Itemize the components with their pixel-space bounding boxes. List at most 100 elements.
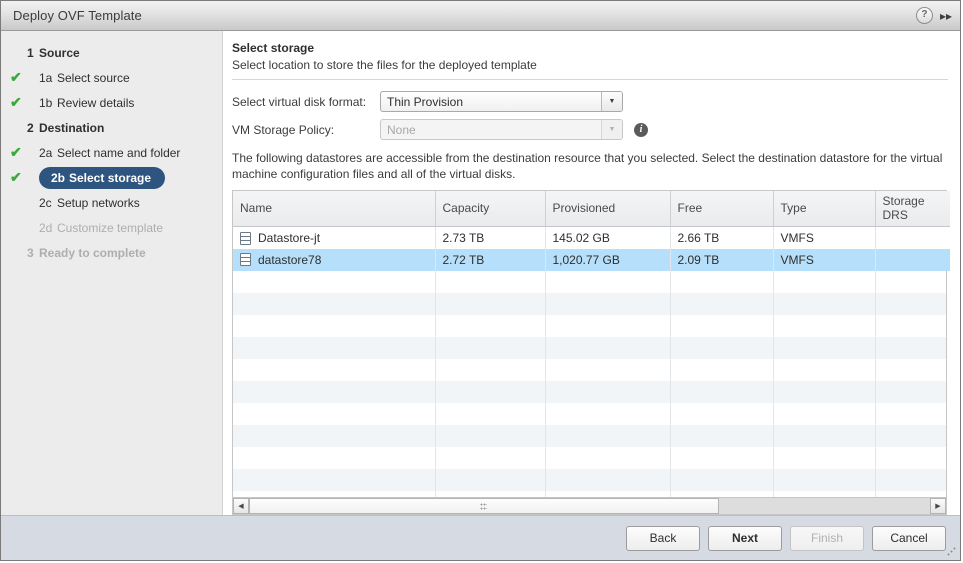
column-header-name[interactable]: Name — [233, 191, 436, 228]
empty-cell — [435, 468, 546, 491]
empty-cell — [545, 270, 671, 293]
table-empty-row — [233, 358, 946, 381]
datastore-name-cell: Datastore-jt — [240, 231, 434, 245]
column-header-capacity[interactable]: Capacity — [435, 191, 546, 228]
sidebar-item-ready-to-complete: 3 Ready to complete — [1, 240, 222, 265]
empty-cell — [233, 292, 436, 315]
empty-cell — [773, 380, 876, 403]
column-header-storage-drs[interactable]: Storage DRS — [875, 191, 950, 228]
empty-cell — [773, 292, 876, 315]
empty-cell — [435, 336, 546, 359]
disk-format-label: Select virtual disk format: — [232, 94, 367, 109]
sidebar-item-body: 2c Setup networks — [39, 196, 140, 210]
sidebar-item-number: 2b — [51, 170, 66, 185]
checkmark-icon: ✔ — [10, 94, 22, 110]
empty-cell — [875, 336, 946, 359]
sidebar-item-select-source[interactable]: ✔ 1a Select source — [1, 65, 222, 90]
empty-cell — [773, 358, 876, 381]
sidebar-item-select-storage[interactable]: ✔ 2b Select storage — [1, 165, 222, 190]
cell-capacity: 2.72 TB — [435, 248, 546, 271]
empty-cell — [545, 292, 671, 315]
column-header-provisioned[interactable]: Provisioned — [545, 191, 671, 228]
dialog-title-bar: Deploy OVF Template ? ▸▸ — [1, 1, 960, 31]
sidebar-item-review-details[interactable]: ✔ 1b Review details — [1, 90, 222, 115]
table-row[interactable]: Datastore-jt 2.73 TB 145.02 GB 2.66 TB VMFS — [233, 226, 950, 249]
empty-cell — [875, 446, 946, 469]
sidebar-item-number: 3 — [27, 245, 34, 260]
horizontal-scrollbar[interactable]: ◀ ▶ — [233, 497, 946, 514]
table-row[interactable]: datastore78 2.72 TB 1,020.77 GB 2.09 TB VMFS — [233, 248, 950, 271]
column-header-type[interactable]: Type — [773, 191, 876, 228]
empty-cell — [233, 336, 436, 359]
table-data-rows: Datastore-jt 2.73 TB 145.02 GB 2.66 TB VMFS d… — [233, 226, 950, 271]
datastore-table-header: Name Capacity Provisioned Free Type Storage D… — [233, 191, 950, 271]
dialog-body: 1 Source ✔ 1a Select source ✔ 1b Review details… — [1, 31, 960, 515]
table-empty-row — [233, 402, 946, 425]
empty-cell — [670, 468, 774, 491]
next-button[interactable]: Next — [708, 525, 782, 551]
dialog-footer: Back Next Finish Cancel — [1, 515, 960, 560]
sidebar-item-text: Select source — [57, 70, 130, 85]
cell-name: datastore78 — [233, 248, 436, 271]
empty-cell — [233, 402, 436, 425]
storage-policy-select[interactable]: None ▼ — [380, 119, 623, 141]
empty-cell — [670, 402, 774, 425]
empty-cell — [670, 292, 774, 315]
sidebar-item-label: 2a Select name and folder — [39, 146, 180, 160]
disk-format-select[interactable]: Thin Provision ▼ — [380, 91, 623, 113]
scrollbar-thumb[interactable] — [249, 498, 719, 514]
empty-cell — [435, 270, 546, 293]
cell-name: Datastore-jt — [233, 226, 436, 249]
double-chevron-right-icon[interactable]: ▸▸ — [940, 10, 952, 22]
empty-cell — [670, 270, 774, 293]
cell-drs — [875, 226, 950, 249]
column-header-free[interactable]: Free — [670, 191, 774, 228]
sidebar-item-text: Destination — [39, 120, 105, 135]
sidebar-item-select-name-and-folder[interactable]: ✔ 2a Select name and folder — [1, 140, 222, 165]
sidebar-item-body: 2b Select storage — [39, 166, 166, 189]
sidebar-item-body: 2a Select name and folder — [39, 146, 180, 160]
empty-cell — [545, 468, 671, 491]
back-button[interactable]: Back — [626, 525, 700, 551]
empty-cell — [233, 380, 436, 403]
checkmark-icon: ✔ — [10, 69, 22, 85]
empty-cell — [875, 270, 946, 293]
disk-format-value: Thin Provision — [387, 94, 464, 109]
dialog-title: Deploy OVF Template — [13, 8, 142, 23]
sidebar-item-number: 2a — [39, 145, 53, 160]
scrollbar-track[interactable] — [249, 498, 930, 514]
info-circle-icon[interactable]: i — [634, 122, 648, 137]
empty-cell — [435, 314, 546, 337]
sidebar-item-body: 3 Ready to complete — [27, 246, 146, 260]
sidebar-item-source[interactable]: 1 Source — [1, 40, 222, 65]
checkmark-icon: ✔ — [10, 144, 22, 160]
scroll-right-arrow-icon[interactable]: ▶ — [930, 498, 946, 514]
cell-provisioned: 1,020.77 GB — [545, 248, 671, 271]
datastore-table: Name Capacity Provisioned Free Type Storage D… — [232, 190, 950, 515]
finish-button: Finish — [790, 525, 864, 551]
sidebar-item-label: 1b Review details — [39, 96, 134, 110]
sidebar-item-body: 1a Select source — [39, 71, 130, 85]
empty-cell — [435, 402, 546, 425]
sidebar-item-setup-networks[interactable]: 2c Setup networks — [1, 190, 222, 215]
table-header-row: Name Capacity Provisioned Free Type Storage D… — [233, 191, 950, 228]
sidebar-item-number: 2c — [39, 195, 52, 210]
cancel-button[interactable]: Cancel — [872, 525, 946, 551]
scroll-left-arrow-icon[interactable]: ◀ — [233, 498, 249, 514]
empty-cell — [875, 292, 946, 315]
empty-cell — [545, 336, 671, 359]
empty-cell — [435, 358, 546, 381]
empty-cell — [545, 402, 671, 425]
sidebar-item-body: 1b Review details — [39, 96, 134, 110]
sidebar-item-text: Setup networks — [57, 195, 140, 210]
empty-cell — [875, 468, 946, 491]
deploy-ovf-template-dialog: Deploy OVF Template ? ▸▸ 1 Source ✔ 1a Selec… — [0, 0, 961, 561]
sidebar-item-text: Customize template — [57, 220, 164, 235]
sidebar-item-text: Review details — [57, 95, 135, 110]
sidebar-item-number: 1a — [39, 70, 53, 85]
help-icon[interactable]: ? — [915, 7, 933, 24]
resize-grip-icon[interactable] — [947, 547, 957, 557]
sidebar-item-destination[interactable]: 2 Destination — [1, 115, 222, 140]
sidebar-item-customize-template: 2d Customize template — [1, 215, 222, 240]
storage-policy-value: None — [387, 122, 416, 137]
